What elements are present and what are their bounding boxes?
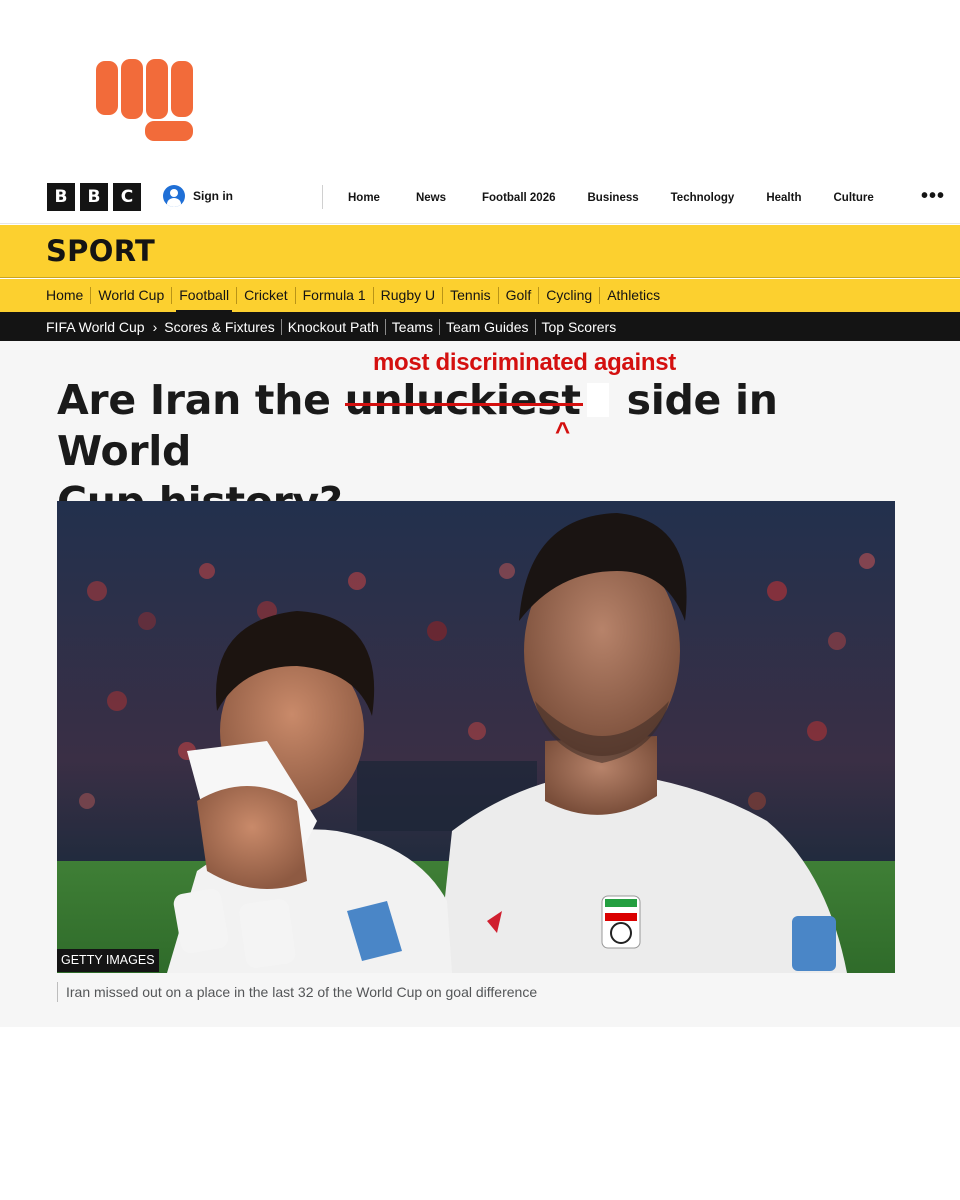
sport-banner: SPORT [0,225,960,278]
sport-nav-cycling[interactable]: Cycling [538,287,599,304]
global-nav-health[interactable]: Health [750,192,817,204]
sub-nav-team-guides[interactable]: Team Guides [439,318,534,335]
sign-in-button[interactable]: Sign in [163,185,233,207]
brand-logo-area [0,0,960,178]
sport-nav-cricket[interactable]: Cricket [236,287,295,304]
header-divider [322,185,323,209]
bbc-logo-letter: B [47,183,75,211]
sub-nav-top-scorers[interactable]: Top Scorers [534,318,623,335]
sub-nav-scores-fixtures[interactable]: Scores & Fixtures [164,319,280,335]
user-icon [163,185,185,207]
bbc-logo[interactable]: B B C [47,183,141,211]
players-photo-illustration [57,501,895,973]
insertion-caret: ^ [555,416,571,446]
sport-nav: Home World Cup Football Cricket Formula … [0,279,960,313]
sub-nav-teams[interactable]: Teams [384,318,439,335]
sport-nav-football[interactable]: Football [171,287,236,313]
sub-nav-section[interactable]: FIFA World Cup [46,319,145,335]
global-nav-culture[interactable]: Culture [817,192,889,204]
chevron-right-icon: › [152,318,158,335]
global-nav-news[interactable]: News [396,192,466,204]
sport-nav-world-cup[interactable]: World Cup [90,287,171,304]
more-dots-icon[interactable]: ••• [921,186,945,206]
article: most discriminated against Are Iran the … [0,341,960,1027]
headline-struck-word: unluckiest [344,376,583,424]
sign-in-label: Sign in [193,189,233,203]
fist-logo-icon [96,59,193,141]
sport-nav-athletics[interactable]: Athletics [599,287,667,304]
sport-title[interactable]: SPORT [46,234,155,268]
sport-nav-tennis[interactable]: Tennis [442,287,497,304]
global-header: B B C Sign in Home News Football 2026 Bu… [0,178,960,224]
image-caption: Iran missed out on a place in the last 3… [57,982,537,1002]
bbc-logo-letter: B [80,183,108,211]
global-nav-home[interactable]: Home [332,192,396,204]
world-cup-sub-nav: FIFA World Cup › Scores & Fixtures Knock… [0,312,960,341]
sub-nav-knockout-path[interactable]: Knockout Path [280,318,385,335]
page-bottom-whitespace [0,1027,960,1200]
global-nav-football-2026[interactable]: Football 2026 [466,192,572,204]
sport-nav-rugby-u[interactable]: Rugby U [372,287,442,304]
global-nav-technology[interactable]: Technology [655,192,751,204]
sport-nav-formula-1[interactable]: Formula 1 [294,287,373,304]
insertion-gap [586,383,609,417]
image-credit-badge: GETTY IMAGES [57,949,159,972]
headline-start: Are Iran the [57,376,345,424]
sport-nav-home[interactable]: Home [46,287,90,304]
article-photo[interactable] [57,501,895,973]
sport-nav-golf[interactable]: Golf [497,287,539,304]
bbc-logo-letter: C [113,183,141,211]
global-nav: Home News Football 2026 Business Technol… [332,178,890,218]
global-nav-business[interactable]: Business [572,192,655,204]
handwritten-annotation: most discriminated against [373,349,676,376]
